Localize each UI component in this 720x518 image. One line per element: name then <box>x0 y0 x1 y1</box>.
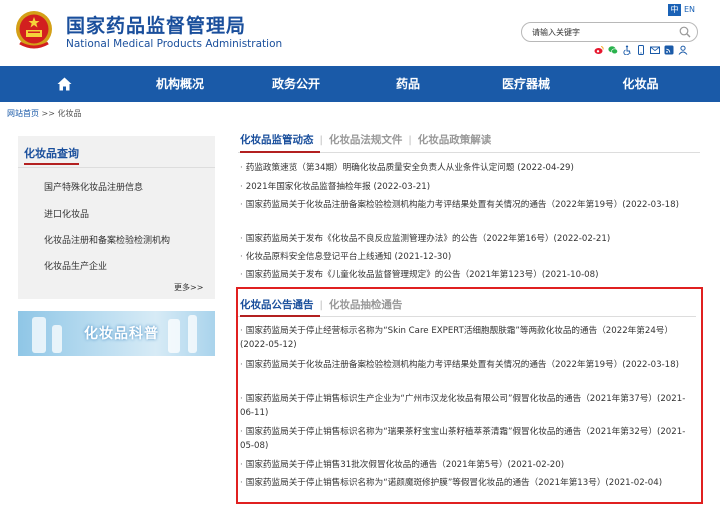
nav-item-drugs[interactable]: 药品 <box>388 66 428 102</box>
list-item[interactable]: · 国家药监局关于化妆品注册备案检验检测机构能力考评结果处置有关情况的通告（202… <box>240 198 690 212</box>
breadcrumb-current[interactable]: 化妆品 <box>58 109 82 118</box>
list-item-text: 国家药监局关于停止销售标识生产企业为“广州市汉龙化妆品有限公司”假冒化妆品的通告… <box>240 394 686 418</box>
sidebar-item-domestic-special[interactable]: 国产特殊化妆品注册信息 <box>44 180 143 193</box>
site-header: 国家药品监督管理局 National Medical Products Admi… <box>0 0 720 66</box>
nav-item-about[interactable]: 机构概况 <box>150 66 210 102</box>
search-icon[interactable] <box>679 26 691 38</box>
home-icon[interactable] <box>57 77 72 91</box>
list-item[interactable]: · 国家药监局关于化妆品注册备案检验检测机构能力考评结果处置有关情况的通告（202… <box>240 358 690 372</box>
breadcrumb: 网站首页 >> 化妆品 <box>7 108 82 119</box>
language-switch: 中 EN <box>668 4 696 16</box>
section1-active-underline <box>240 151 320 153</box>
banner-bottle-graphic <box>32 317 46 353</box>
sidebar-title: 化妆品查询 <box>24 145 79 165</box>
national-emblem-icon[interactable] <box>14 9 54 51</box>
lang-chinese-button[interactable]: 中 <box>668 4 681 16</box>
tab-separator: | <box>319 135 323 146</box>
tab-notices[interactable]: 化妆品公告通告 <box>240 297 314 312</box>
list-item-text: 国家药监局关于停止销售标识名称为“瑞果茶籽宝宝山茶籽植萃茶清霜”假冒化妆品的通告… <box>240 427 686 451</box>
search-input[interactable] <box>532 25 672 39</box>
list-item[interactable]: · 国家药监局关于停止销售标识生产企业为“广州市汉龙化妆品有限公司”假冒化妆品的通… <box>240 392 690 420</box>
banner-bottle-graphic <box>52 325 62 353</box>
list-item-text: 国家药监局关于停止销售标识名称为“诺颜魔斑修护膜”等假冒化妆品的通告（2021年… <box>245 478 663 488</box>
sidebar-query-panel: 化妆品查询 国产特殊化妆品注册信息 进口化妆品 化妆品注册和备案检验检测机构 化… <box>18 136 215 299</box>
tab-separator: | <box>319 300 323 311</box>
list-item[interactable]: · 2021年国家化妆品监督抽检年报 (2022-03-21) <box>240 180 690 194</box>
lang-english-button[interactable]: EN <box>683 4 696 16</box>
tab-policy-interpretation[interactable]: 化妆品政策解读 <box>418 132 492 147</box>
section2-tabs: 化妆品公告通告 | 化妆品抽检通告 <box>240 297 402 315</box>
banner-bottle-graphic <box>188 315 197 353</box>
list-item-text: 2021年国家化妆品监督抽检年报 (2022-03-21) <box>245 182 431 192</box>
section2-active-underline <box>240 315 320 317</box>
search-box <box>521 22 698 42</box>
nav-item-government-affairs[interactable]: 政务公开 <box>266 66 326 102</box>
accessibility-icon[interactable] <box>622 45 632 56</box>
weibo-icon[interactable] <box>594 45 604 55</box>
sidebar-more-link[interactable]: 更多>> <box>174 282 203 293</box>
list-item-text: 药监政策速览（第34期）明确化妆品质量安全负责人从业条件认定问题 (2022-0… <box>245 163 574 173</box>
site-title[interactable]: 国家药品监督管理局 <box>66 11 246 38</box>
mail-icon[interactable] <box>650 45 660 55</box>
nav-item-medical-devices[interactable]: 医疗器械 <box>496 66 556 102</box>
mobile-icon[interactable] <box>636 45 646 55</box>
section1-tabs: 化妆品监管动态 | 化妆品法规文件 | 化妆品政策解读 <box>240 132 491 150</box>
main-nav: 机构概况 政务公开 药品 医疗器械 化妆品 <box>0 66 720 102</box>
tab-regulatory-updates[interactable]: 化妆品监管动态 <box>240 132 314 147</box>
banner-bottle-graphic <box>168 319 180 353</box>
tab-inspection-notices[interactable]: 化妆品抽检通告 <box>329 297 403 312</box>
rss-icon[interactable] <box>664 45 674 55</box>
wechat-icon[interactable] <box>608 45 618 55</box>
cosmetics-science-banner[interactable]: 化妆品科普 <box>18 311 215 356</box>
sidebar-divider <box>18 167 215 168</box>
sidebar-item-testing-institutions[interactable]: 化妆品注册和备案检验检测机构 <box>44 233 170 246</box>
breadcrumb-home-link[interactable]: 网站首页 <box>7 109 39 118</box>
tab-separator: | <box>408 135 412 146</box>
list-item-text: 国家药监局关于化妆品注册备案检验检测机构能力考评结果处置有关情况的通告（2022… <box>245 360 679 370</box>
utility-icons <box>594 45 688 56</box>
list-item[interactable]: · 国家药监局关于停止销售31批次假冒化妆品的通告（2021年第5号）(2021-… <box>240 458 690 472</box>
list-item-text: 国家药监局关于发布《化妆品不良反应监测管理办法》的公告（2022年第16号）(2… <box>245 234 611 244</box>
breadcrumb-separator: >> <box>41 109 55 118</box>
site-subtitle[interactable]: National Medical Products Administration <box>66 38 282 50</box>
list-item-text: 国家药监局关于化妆品注册备案检验检测机构能力考评结果处置有关情况的通告（2022… <box>245 200 679 210</box>
list-item[interactable]: · 国家药监局关于停止销售标识名称为“瑞果茶籽宝宝山茶籽植萃茶清霜”假冒化妆品的通… <box>240 425 690 453</box>
sidebar-item-manufacturers[interactable]: 化妆品生产企业 <box>44 259 107 272</box>
list-item-text: 国家药监局关于发布《儿童化妆品监督管理规定》的公告（2021年第123号）(20… <box>245 270 599 280</box>
list-item[interactable]: · 国家药监局关于停止销售标识名称为“诺颜魔斑修护膜”等假冒化妆品的通告（2021… <box>240 476 690 490</box>
banner-title: 化妆品科普 <box>84 326 159 342</box>
tab-regulations[interactable]: 化妆品法规文件 <box>329 132 403 147</box>
list-item-text: 国家药监局关于停止销售31批次假冒化妆品的通告（2021年第5号）(2021-0… <box>245 460 565 470</box>
list-item[interactable]: · 国家药监局关于停止经营标示名称为“Skin Care EXPERT活细胞靓肤霜… <box>240 324 690 352</box>
list-item[interactable]: · 药监政策速览（第34期）明确化妆品质量安全负责人从业条件认定问题 (2022-… <box>240 161 690 175</box>
list-item-text: 国家药监局关于停止经营标示名称为“Skin Care EXPERT活细胞靓肤霜”… <box>240 326 673 350</box>
list-item-text: 化妆品原料安全信息登记平台上线通知 (2021-12-30) <box>245 252 452 262</box>
list-item[interactable]: · 化妆品原料安全信息登记平台上线通知 (2021-12-30) <box>240 250 690 264</box>
user-icon[interactable] <box>678 45 688 55</box>
list-item[interactable]: · 国家药监局关于发布《儿童化妆品监督管理规定》的公告（2021年第123号）(2… <box>240 268 690 282</box>
nav-item-cosmetics[interactable]: 化妆品 <box>618 66 663 102</box>
sidebar-item-imported[interactable]: 进口化妆品 <box>44 207 89 220</box>
list-item[interactable]: · 国家药监局关于发布《化妆品不良反应监测管理办法》的公告（2022年第16号）(… <box>240 232 690 246</box>
